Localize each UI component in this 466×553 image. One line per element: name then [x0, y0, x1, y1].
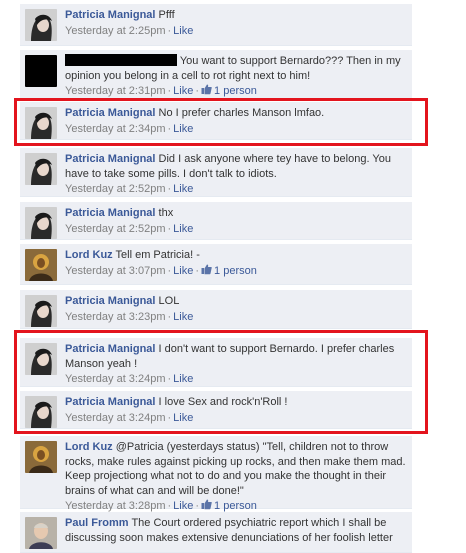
comment-timestamp[interactable]: Yesterday at 3:23pm	[65, 311, 166, 323]
comment-timestamp[interactable]: Yesterday at 3:28pm	[65, 500, 166, 512]
comment-meta: Yesterday at 3:24pm · Like	[65, 373, 194, 385]
comment: Patricia Manignal I don't want to suppor…	[20, 338, 412, 387]
comment-timestamp[interactable]: Yesterday at 2:52pm	[65, 183, 166, 195]
like-link[interactable]: Like	[173, 25, 193, 37]
likes-count[interactable]: 1 person	[214, 500, 257, 512]
avatar[interactable]	[25, 441, 57, 473]
comment-author[interactable]: Patricia Manignal	[65, 295, 155, 307]
comment-timestamp[interactable]: Yesterday at 2:31pm	[65, 85, 166, 97]
comment-meta: Yesterday at 3:23pm · Like	[65, 310, 194, 323]
like-link[interactable]: Like	[173, 223, 193, 235]
comment-text: LOL	[158, 295, 180, 307]
like-link[interactable]: Like	[173, 265, 193, 277]
comment: Patricia Manignal LOL Yesterday at 3:23p…	[20, 290, 412, 329]
thumbs-up-icon	[201, 499, 212, 510]
comment-text: No I prefer charles Manson lmfao.	[158, 107, 325, 119]
like-link[interactable]: Like	[173, 500, 193, 512]
like-link[interactable]: Like	[173, 311, 193, 323]
avatar[interactable]	[25, 343, 57, 375]
avatar[interactable]	[25, 396, 57, 428]
comment-meta: Yesterday at 2:52pm · Like	[65, 222, 194, 235]
avatar[interactable]	[25, 249, 57, 281]
avatar[interactable]	[25, 55, 57, 87]
comment-timestamp[interactable]: Yesterday at 2:52pm	[65, 223, 166, 235]
comment-author[interactable]: Patricia Manignal	[65, 107, 155, 119]
thumbs-up-icon	[201, 84, 212, 95]
comment-author[interactable]: Patricia Manignal	[65, 343, 155, 355]
comment-timestamp[interactable]: Yesterday at 3:24pm	[65, 412, 166, 424]
comment-author[interactable]: Patricia Manignal	[65, 9, 155, 21]
comment: Patricia Manignal No I prefer charles Ma…	[20, 102, 412, 140]
comment-author[interactable]: Patricia Manignal	[65, 207, 155, 219]
avatar[interactable]	[25, 207, 57, 239]
like-link[interactable]: Like	[173, 123, 193, 135]
comment-timestamp[interactable]: Yesterday at 3:07pm	[65, 265, 166, 277]
like-link[interactable]: Like	[173, 412, 193, 424]
comment: Lord Kuz @Patricia (yesterdays status) "…	[20, 436, 412, 512]
comment: Lord Kuz Tell em Patricia! - Yesterday a…	[20, 244, 412, 285]
comment-meta: Yesterday at 2:52pm · Like	[65, 183, 194, 195]
comment-timestamp[interactable]: Yesterday at 2:34pm	[65, 123, 166, 135]
comment-timestamp[interactable]: Yesterday at 2:25pm	[65, 25, 166, 37]
comment-author[interactable]: Lord Kuz	[65, 441, 113, 453]
comment: Patricia Manignal Did I ask anyone where…	[20, 148, 412, 197]
avatar[interactable]	[25, 107, 57, 139]
comment-meta: Yesterday at 2:25pm · Like	[65, 24, 194, 37]
like-link[interactable]: Like	[173, 183, 193, 195]
avatar[interactable]	[25, 9, 57, 41]
comment: Patricia Manignal thx Yesterday at 2:52p…	[20, 202, 412, 240]
comment-meta: Yesterday at 2:34pm · Like	[65, 122, 194, 135]
comment: Paul Fromm The Court ordered psychiatric…	[20, 512, 412, 553]
avatar[interactable]	[25, 517, 57, 549]
avatar[interactable]	[25, 295, 57, 327]
comment-text: I love Sex and rock'n'Roll !	[158, 396, 288, 408]
avatar[interactable]	[25, 153, 57, 185]
comment-author[interactable]: Lord Kuz	[65, 249, 113, 261]
like-link[interactable]: Like	[173, 373, 193, 385]
comment-meta: Yesterday at 3:07pm · Like · 1 person	[65, 264, 257, 277]
comment-timestamp[interactable]: Yesterday at 3:24pm	[65, 373, 166, 385]
comment-author[interactable]: Patricia Manignal	[65, 396, 155, 408]
likes-count[interactable]: 1 person	[214, 265, 257, 277]
like-link[interactable]: Like	[173, 85, 193, 97]
comment-text: @Patricia (yesterdays status) "Tell, chi…	[65, 441, 406, 497]
redacted-author	[65, 54, 177, 66]
comment: Patricia Manignal I love Sex and rock'n'…	[20, 391, 412, 429]
comment-text: thx	[158, 207, 174, 219]
likes-count[interactable]: 1 person	[214, 85, 257, 97]
comment-author[interactable]: Paul Fromm	[65, 517, 129, 529]
comment-text: Pfff	[158, 9, 175, 21]
comment: Patricia Manignal Pfff Yesterday at 2:25…	[20, 4, 412, 46]
comment-text: Tell em Patricia! -	[115, 249, 200, 261]
comment-meta: Yesterday at 3:24pm · Like	[65, 411, 194, 424]
comment-author[interactable]: Patricia Manignal	[65, 153, 155, 165]
comment: You want to support Bernardo??? Then in …	[20, 50, 412, 99]
thumbs-up-icon	[201, 264, 212, 274]
comment-meta: Yesterday at 2:31pm · Like · 1 person	[65, 84, 257, 97]
